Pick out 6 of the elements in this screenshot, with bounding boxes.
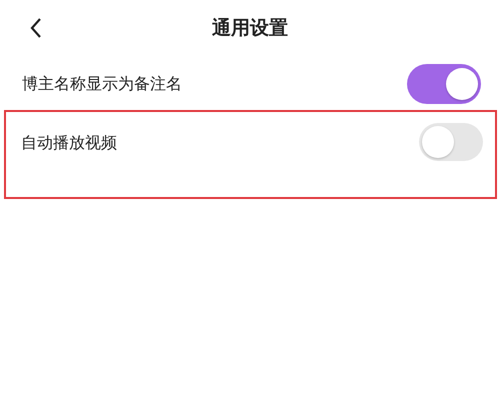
page-title: 通用设置 [212, 16, 288, 41]
setting-label: 自动播放视频 [21, 132, 117, 154]
toggle-switch[interactable] [407, 64, 481, 104]
toggle-switch[interactable] [419, 123, 483, 161]
back-icon [29, 17, 43, 39]
setting-label: 博主名称显示为备注名 [22, 73, 182, 95]
